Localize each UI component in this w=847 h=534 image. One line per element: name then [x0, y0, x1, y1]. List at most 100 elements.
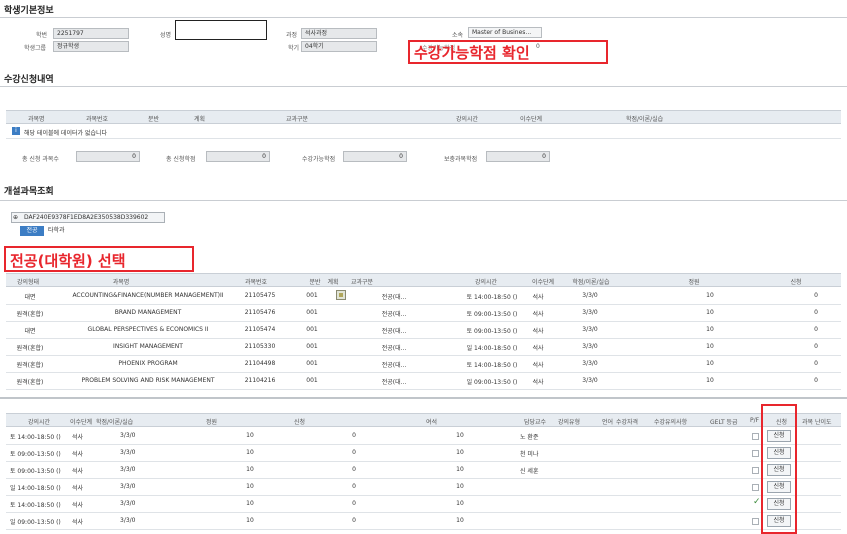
- lecture-time-cell: 일 14:00-18:50 (): [466, 345, 518, 352]
- student-group-field: 정규학생: [53, 41, 129, 52]
- row-divider: [6, 444, 841, 445]
- pf-checkbox[interactable]: [752, 518, 759, 525]
- credits-cell: 3/3/0: [120, 432, 136, 439]
- pf-checkbox[interactable]: [752, 433, 759, 440]
- check-icon[interactable]: ✓: [753, 497, 761, 507]
- th-credits: 학점/이론/실습: [96, 419, 134, 426]
- seats-cell: 10: [456, 483, 464, 490]
- pf-checkbox[interactable]: [752, 484, 759, 491]
- applied-cell: 0: [352, 483, 356, 490]
- credits-cell: 3/3/0: [120, 483, 136, 490]
- name-label: 성명: [160, 32, 172, 39]
- applied-cell: 0: [352, 517, 356, 524]
- th-section: 분반: [148, 116, 160, 123]
- credits-cell: 3/3/0: [582, 360, 598, 367]
- lecture-time-cell: 토 09:00-13:50 (): [10, 451, 61, 458]
- program-field: 석사과정: [301, 28, 377, 39]
- th-course-name: 과목명: [28, 116, 45, 123]
- lecture-time-cell: 토 14:00-18:50 (): [466, 294, 518, 301]
- pf-checkbox[interactable]: [752, 450, 759, 457]
- applied-cell: 0: [352, 466, 356, 473]
- credits-cell: 3/3/0: [582, 292, 598, 299]
- category-cell: 전공(대...: [381, 345, 407, 352]
- stage-cell: 석사: [72, 451, 84, 458]
- category-cell: 전공(대...: [381, 362, 407, 369]
- row-divider: [6, 138, 841, 139]
- lecture-time-cell: 토 14:00-18:50 (): [10, 434, 61, 441]
- course-number-cell: 21105475: [244, 292, 276, 299]
- lecture-type-cell: 원격(혼합): [16, 379, 44, 386]
- annotation-credits-box: [408, 40, 608, 64]
- course-number-cell: 21104216: [244, 377, 276, 384]
- credits-cell: 3/3/0: [582, 377, 598, 384]
- capacity-cell: 10: [246, 449, 254, 456]
- tab-other-dept[interactable]: 타학과: [48, 226, 80, 236]
- row-divider: [6, 389, 841, 390]
- course-number-cell: 21105474: [244, 326, 276, 333]
- row-divider: [6, 478, 841, 479]
- seats-cell: 10: [456, 500, 464, 507]
- th-section: 분반: [309, 279, 321, 286]
- search-code-field[interactable]: DAF240E9378F1ED8A2E350538D339602: [11, 212, 165, 223]
- th-plan: 계획: [327, 279, 339, 286]
- section-divider: [0, 17, 847, 18]
- stage-cell: 석사: [532, 379, 544, 386]
- lecture-time-cell: 토 09:00-13:50 (): [466, 328, 518, 335]
- stage-cell: 석사: [532, 362, 544, 369]
- th-course-number: 과목번호: [86, 116, 109, 123]
- row-divider: [6, 512, 841, 513]
- th-notes: 수강유의사항: [654, 419, 688, 426]
- stage-cell: 석사: [532, 328, 544, 335]
- th-lecture-type: 강의형태: [16, 279, 40, 286]
- seats-cell: 10: [456, 466, 464, 473]
- lecture-time-cell: 일 14:00-18:50 (): [10, 485, 61, 492]
- plan-icon[interactable]: [336, 290, 346, 300]
- applied-cell: 0: [352, 432, 356, 439]
- lecture-type-cell: 원격(혼합): [16, 362, 44, 369]
- th-lecture-time: 강의시간: [456, 116, 479, 123]
- applied-cell: 0: [814, 377, 818, 384]
- stage-cell: 석사: [72, 468, 84, 475]
- th-stage: 이수단계: [520, 116, 543, 123]
- th-gelt: GELT 등급: [710, 419, 738, 426]
- section-cell: 001: [306, 377, 318, 384]
- section-divider: [0, 397, 847, 399]
- capacity-cell: 10: [706, 343, 714, 350]
- professor-cell: 신 세훈: [520, 468, 539, 475]
- th-course-number: 과목번호: [244, 279, 268, 286]
- row-divider: [6, 355, 841, 356]
- th-category: 교과구분: [350, 279, 374, 286]
- course-name-cell: PROBLEM SOLVING AND RISK MANAGEMENT: [81, 377, 215, 384]
- category-cell: 전공(대...: [381, 311, 407, 318]
- applied-cell: 0: [352, 500, 356, 507]
- section-cell: 001: [306, 343, 318, 350]
- course-number-cell: 21104498: [244, 360, 276, 367]
- link-icon: ⊕: [13, 214, 19, 221]
- stage-cell: 석사: [72, 519, 84, 526]
- pf-checkbox[interactable]: [752, 467, 759, 474]
- total-credits-field: 0: [206, 151, 270, 162]
- credits-cell: 3/3/0: [120, 517, 136, 524]
- th-applied: 신청: [294, 419, 306, 426]
- category-cell: 전공(대...: [381, 328, 407, 335]
- tab-major[interactable]: 전공: [20, 226, 44, 236]
- th-applied: 신청: [790, 279, 802, 286]
- search-code-value: DAF240E9378F1ED8A2E350538D339602: [24, 214, 149, 221]
- enroll-table-header: 과목명 과목번호 분반 계획 교과구분 강의시간 이수단계 학점/이론/실습: [6, 110, 841, 124]
- course-name-cell: ACCOUNTING&FINANCE(NUMBER MANAGEMENT)II: [72, 292, 224, 299]
- th-capacity: 정원: [206, 419, 218, 426]
- th-difficulty: 과목 난이도: [802, 419, 832, 426]
- lecture-type-cell: 원격(혼합): [16, 311, 44, 318]
- th-credits: 학점/이론/실습: [572, 279, 610, 286]
- row-divider: [6, 338, 841, 339]
- stage-cell: 석사: [532, 294, 544, 301]
- professor-cell: 노 환준: [520, 434, 539, 441]
- info-icon: i: [12, 127, 20, 135]
- applied-cell: 0: [814, 292, 818, 299]
- credits-cell: 3/3/0: [582, 343, 598, 350]
- th-credits: 학점/이론/실습: [626, 116, 664, 123]
- section-cell: 001: [306, 326, 318, 333]
- stage-cell: 석사: [72, 434, 84, 441]
- row-divider: [6, 461, 841, 462]
- th-lecture-kind: 강의유형: [558, 419, 581, 426]
